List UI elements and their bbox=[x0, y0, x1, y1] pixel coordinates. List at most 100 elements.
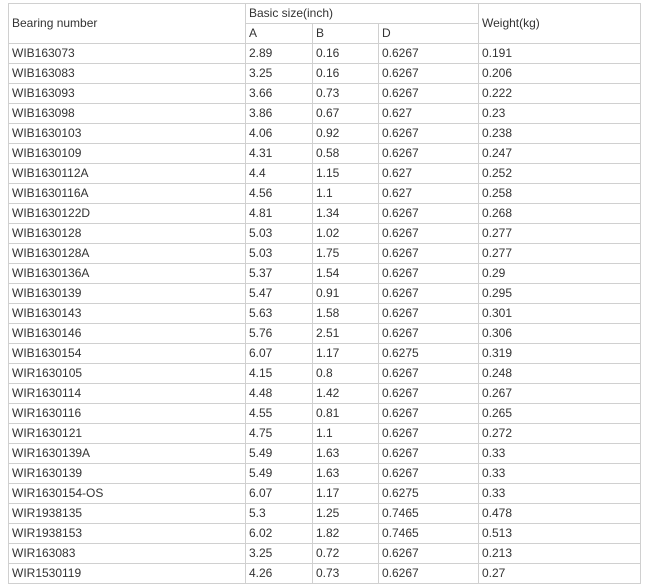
size-d-cell: 0.6267 bbox=[378, 43, 479, 64]
size-d-cell: 0.6267 bbox=[378, 383, 479, 404]
bearing-number-cell: WIR1630105 bbox=[8, 363, 246, 384]
size-d-cell: 0.6267 bbox=[378, 463, 479, 484]
size-b-cell: 0.67 bbox=[312, 103, 379, 124]
size-a-cell: 3.25 bbox=[245, 543, 313, 564]
table-row: WIB1630128A 5.03 1.75 0.6267 0.277 bbox=[8, 243, 641, 264]
size-a-cell: 4.26 bbox=[245, 563, 313, 584]
size-b-cell: 0.16 bbox=[312, 43, 379, 64]
table-row: WIB163098 3.86 0.67 0.627 0.23 bbox=[8, 103, 641, 124]
size-a-cell: 3.86 bbox=[245, 103, 313, 124]
size-d-cell: 0.6267 bbox=[378, 63, 479, 84]
size-a-cell: 5.3 bbox=[245, 503, 313, 524]
bearing-number-cell: WIB1630143 bbox=[8, 303, 246, 324]
size-a-cell: 5.63 bbox=[245, 303, 313, 324]
size-b-cell: 1.75 bbox=[312, 243, 379, 264]
bearing-number-cell: WIR1630154-OS bbox=[8, 483, 246, 504]
weight-cell: 0.268 bbox=[478, 203, 641, 224]
table-body: WIB163073 2.89 0.16 0.6267 0.191 WIB163083 3.2… bbox=[8, 43, 641, 584]
bearing-number-cell: WIR1938153 bbox=[8, 523, 246, 544]
size-a-cell: 4.48 bbox=[245, 383, 313, 404]
table-row: WIB1630139 5.47 0.91 0.6267 0.295 bbox=[8, 283, 641, 304]
size-d-cell: 0.627 bbox=[378, 103, 479, 124]
size-b-cell: 1.1 bbox=[312, 183, 379, 204]
size-b-cell: 1.34 bbox=[312, 203, 379, 224]
weight-cell: 0.277 bbox=[478, 243, 641, 264]
size-d-cell: 0.6267 bbox=[378, 443, 479, 464]
table-row: WIR1630105 4.15 0.8 0.6267 0.248 bbox=[8, 363, 641, 384]
weight-cell: 0.513 bbox=[478, 523, 641, 544]
bearing-number-cell: WIR1630121 bbox=[8, 423, 246, 444]
table-row: WIB1630116A 4.56 1.1 0.627 0.258 bbox=[8, 183, 641, 204]
weight-cell: 0.252 bbox=[478, 163, 641, 184]
weight-cell: 0.213 bbox=[478, 543, 641, 564]
table-row: WIB1630128 5.03 1.02 0.6267 0.277 bbox=[8, 223, 641, 244]
bearing-number-cell: WIR1530119 bbox=[8, 563, 246, 584]
size-b-cell: 0.72 bbox=[312, 543, 379, 564]
size-a-cell: 4.75 bbox=[245, 423, 313, 444]
size-b-cell: 0.73 bbox=[312, 83, 379, 104]
weight-cell: 0.277 bbox=[478, 223, 641, 244]
weight-cell: 0.301 bbox=[478, 303, 641, 324]
size-b-cell: 1.42 bbox=[312, 383, 379, 404]
table-row: WIR1938153 6.02 1.82 0.7465 0.513 bbox=[8, 523, 641, 544]
table-row: WIB1630112A 4.4 1.15 0.627 0.252 bbox=[8, 163, 641, 184]
size-d-cell: 0.6267 bbox=[378, 223, 479, 244]
table-row: WIR163083 3.25 0.72 0.6267 0.213 bbox=[8, 543, 641, 564]
bearing-number-cell: WIR1630139 bbox=[8, 463, 246, 484]
size-d-cell: 0.6267 bbox=[378, 203, 479, 224]
size-a-cell: 6.07 bbox=[245, 343, 313, 364]
size-d-cell: 0.6267 bbox=[378, 323, 479, 344]
bearing-number-header: Bearing number bbox=[8, 3, 246, 44]
table-row: WIB163093 3.66 0.73 0.6267 0.222 bbox=[8, 83, 641, 104]
weight-cell: 0.258 bbox=[478, 183, 641, 204]
weight-cell: 0.272 bbox=[478, 423, 641, 444]
table-row: WIB1630109 4.31 0.58 0.6267 0.247 bbox=[8, 143, 641, 164]
size-a-cell: 2.89 bbox=[245, 43, 313, 64]
size-b-cell: 0.16 bbox=[312, 63, 379, 84]
weight-cell: 0.306 bbox=[478, 323, 641, 344]
table-row: WIB1630154 6.07 1.17 0.6275 0.319 bbox=[8, 343, 641, 364]
size-d-cell: 0.6267 bbox=[378, 143, 479, 164]
size-a-cell: 5.49 bbox=[245, 463, 313, 484]
size-a-cell: 4.55 bbox=[245, 403, 313, 424]
table-row: WIR1630121 4.75 1.1 0.6267 0.272 bbox=[8, 423, 641, 444]
column-d-header: D bbox=[378, 23, 479, 44]
size-a-cell: 6.02 bbox=[245, 523, 313, 544]
bearing-number-cell: WIB1630103 bbox=[8, 123, 246, 144]
size-b-cell: 1.58 bbox=[312, 303, 379, 324]
size-a-cell: 5.47 bbox=[245, 283, 313, 304]
weight-cell: 0.319 bbox=[478, 343, 641, 364]
weight-cell: 0.206 bbox=[478, 63, 641, 84]
bearing-number-cell: WIB163098 bbox=[8, 103, 246, 124]
size-b-cell: 1.25 bbox=[312, 503, 379, 524]
table-row: WIB163073 2.89 0.16 0.6267 0.191 bbox=[8, 43, 641, 64]
bearing-table: Bearing number Basic size(inch) Weight(k… bbox=[8, 3, 641, 584]
bearing-number-cell: WIB1630146 bbox=[8, 323, 246, 344]
bearing-number-cell: WIB1630128A bbox=[8, 243, 246, 264]
size-a-cell: 4.15 bbox=[245, 363, 313, 384]
size-a-cell: 5.37 bbox=[245, 263, 313, 284]
size-b-cell: 0.92 bbox=[312, 123, 379, 144]
size-d-cell: 0.6267 bbox=[378, 243, 479, 264]
table-row: WIB1630136A 5.37 1.54 0.6267 0.29 bbox=[8, 263, 641, 284]
size-d-cell: 0.6267 bbox=[378, 263, 479, 284]
table-row: WIR1530119 4.26 0.73 0.6267 0.27 bbox=[8, 563, 641, 584]
size-b-cell: 2.51 bbox=[312, 323, 379, 344]
size-a-cell: 4.56 bbox=[245, 183, 313, 204]
table-row: WIB1630146 5.76 2.51 0.6267 0.306 bbox=[8, 323, 641, 344]
weight-cell: 0.238 bbox=[478, 123, 641, 144]
bearing-number-cell: WIB1630136A bbox=[8, 263, 246, 284]
weight-cell: 0.267 bbox=[478, 383, 641, 404]
size-b-cell: 1.02 bbox=[312, 223, 379, 244]
weight-cell: 0.265 bbox=[478, 403, 641, 424]
bearing-number-cell: WIB1630139 bbox=[8, 283, 246, 304]
table-row: WIB1630122D 4.81 1.34 0.6267 0.268 bbox=[8, 203, 641, 224]
size-d-cell: 0.6267 bbox=[378, 83, 479, 104]
size-a-cell: 5.03 bbox=[245, 223, 313, 244]
bearing-number-cell: WIB163083 bbox=[8, 63, 246, 84]
size-b-cell: 1.63 bbox=[312, 463, 379, 484]
weight-header: Weight(kg) bbox=[478, 3, 641, 44]
weight-cell: 0.23 bbox=[478, 103, 641, 124]
size-b-cell: 0.58 bbox=[312, 143, 379, 164]
size-d-cell: 0.6267 bbox=[378, 403, 479, 424]
